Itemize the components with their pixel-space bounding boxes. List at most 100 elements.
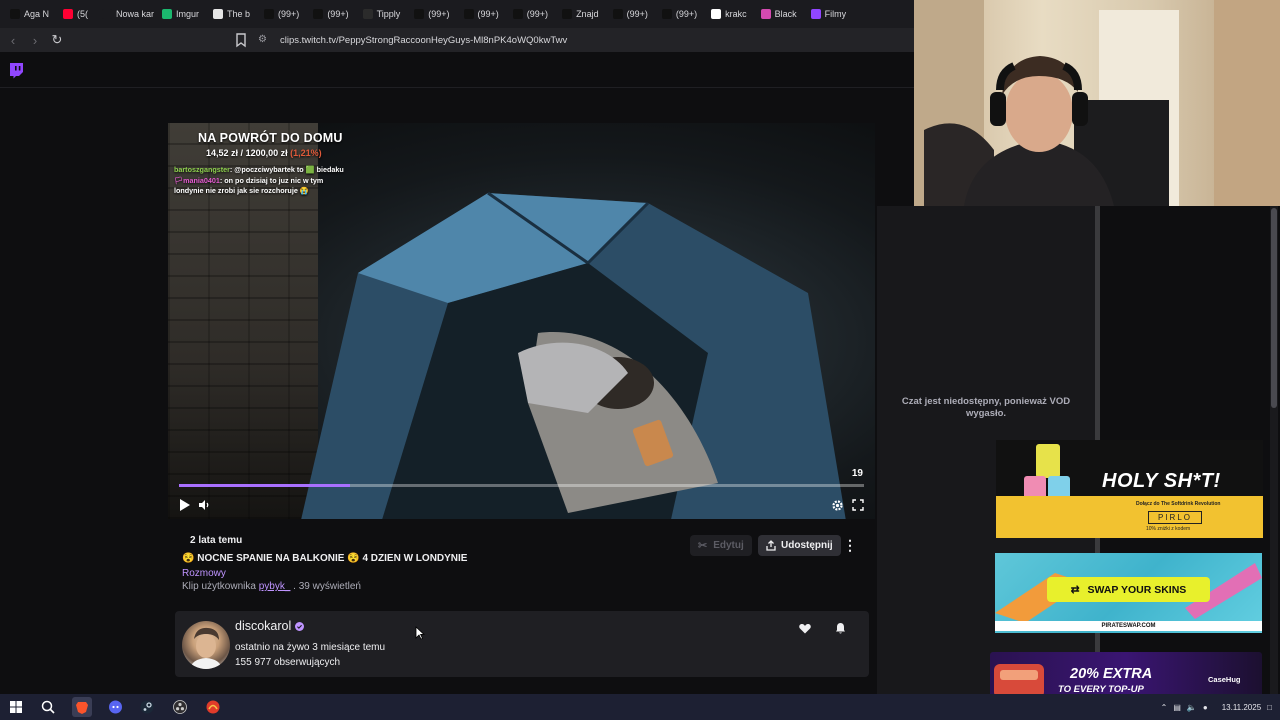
windows-start-icon[interactable] — [6, 697, 26, 717]
browser-tab-label: (5( — [77, 9, 89, 19]
webcam-overlay — [914, 0, 1280, 206]
browser-tab-label: Aga N — [24, 9, 50, 19]
browser-tab[interactable]: (99+) — [607, 3, 654, 25]
video-progress-fill — [179, 484, 351, 487]
app-red-icon[interactable] — [203, 697, 223, 717]
settings-gear-icon[interactable] — [829, 497, 845, 513]
browser-tab[interactable]: Znajd — [556, 3, 605, 25]
tiktok-icon — [463, 9, 474, 19]
share-button[interactable]: Udostępnij — [758, 535, 841, 556]
browser-tab[interactable]: (99+) — [458, 3, 505, 25]
scrollbar[interactable] — [1270, 206, 1278, 694]
discord-icon[interactable] — [105, 697, 125, 717]
back-icon[interactable]: ‹ — [4, 31, 22, 49]
browser-tab-label: Tipply — [376, 9, 401, 19]
video-progress-bar[interactable] — [179, 484, 864, 487]
browser-tab-label: (99+) — [626, 9, 648, 19]
brave-browser-icon[interactable] — [72, 697, 92, 717]
browser-tab[interactable]: (5( — [57, 3, 94, 25]
browser-tab-label: (99+) — [428, 9, 450, 19]
ad-promo-code: PIRLO — [1148, 511, 1202, 524]
scissors-icon: ✂ — [698, 540, 708, 552]
overlay-chat-line: 🏳mania0401: on po dzisiaj to juz nic w t… — [174, 176, 354, 197]
ad-holy-text: HOLY SH*T! — [1102, 470, 1221, 492]
forward-icon[interactable]: › — [26, 31, 44, 49]
clip-byline: Klip użytkownika pybyk_ . 39 wyświetleń — [182, 581, 361, 592]
overlay-chat-user: 🏳mania0401 — [174, 175, 220, 185]
verified-badge-icon — [295, 621, 305, 631]
browser-tab[interactable]: krakc — [705, 3, 753, 25]
clip-age: 2 lata temu — [190, 535, 243, 546]
browser-tab[interactable]: (99+) — [258, 3, 305, 25]
browser-tab[interactable]: (99+) — [507, 3, 554, 25]
category-link[interactable]: Rozmowy — [182, 568, 226, 579]
mic-icon[interactable]: ● — [1203, 703, 1208, 712]
system-tray: ⌃ ▤ 🔈 ● 13.11.2025 □ — [1161, 694, 1272, 720]
swap-skins-button[interactable]: ⇄ SWAP YOUR SKINS — [1047, 577, 1210, 602]
swap-arrows-icon: ⇄ — [1070, 583, 1080, 596]
youtube-icon — [63, 9, 74, 19]
volume-icon[interactable] — [196, 497, 212, 513]
ad-pirateswap[interactable]: ⇄ SWAP YOUR SKINS PIRATESWAP.COM — [995, 553, 1262, 633]
edit-button[interactable]: ✂ Edytuj — [690, 535, 752, 556]
ad-pirateswap-domain: PIRATESWAP.COM — [995, 621, 1262, 631]
network-icon[interactable]: ▤ — [1173, 703, 1181, 712]
notification-icon[interactable]: □ — [1267, 703, 1272, 712]
browser-tab[interactable]: (99+) — [656, 3, 703, 25]
more-options-icon[interactable]: ⋮ — [842, 535, 858, 556]
speaker-icon[interactable]: 🔈 — [1187, 703, 1197, 712]
scrollbar-thumb[interactable] — [1271, 208, 1277, 408]
overlay-chat-user: bartoszgangster — [174, 165, 230, 174]
tipply-icon — [362, 9, 373, 19]
clip-views: . 39 wyświetleń — [293, 581, 361, 592]
browser-tab[interactable]: The b — [207, 3, 256, 25]
site-settings-icon[interactable]: ⚙ — [258, 34, 270, 46]
bookmark-icon[interactable] — [234, 32, 248, 48]
clip-title: 😵 NOCNE SPANIE NA BALKONIE 😵 4 DZIEN W L… — [182, 553, 468, 564]
clip-author-link[interactable]: pybyk_ — [259, 581, 291, 592]
reload-icon[interactable]: ↻ — [48, 31, 66, 49]
browser-tab[interactable]: Filmy — [805, 3, 853, 25]
browser-tab[interactable]: Aga N — [4, 3, 55, 25]
avatar[interactable] — [182, 621, 230, 669]
ad-holy-sub: Dołącz do The Softdrink Revolution — [1136, 501, 1221, 507]
byline-prefix: Klip użytkownika — [182, 581, 256, 592]
ad-casehug-headline: 20% EXTRA — [1070, 666, 1153, 682]
channel-name[interactable]: discokarol — [235, 619, 305, 633]
google-icon — [711, 9, 722, 19]
twitch-logo-icon[interactable] — [8, 62, 24, 79]
browser-tab[interactable]: (99+) — [408, 3, 455, 25]
play-icon[interactable] — [176, 497, 192, 513]
notification-bell-icon[interactable] — [830, 619, 850, 637]
follow-heart-icon[interactable] — [795, 619, 815, 637]
video-time: 19 — [851, 468, 863, 479]
steam-icon[interactable] — [137, 697, 157, 717]
ad-yellow-band — [996, 496, 1263, 538]
browser-tab[interactable]: Tipply — [357, 3, 407, 25]
obs-icon[interactable] — [170, 697, 190, 717]
video-player[interactable]: NA POWRÓT DO DOMU 14,52 zł / 1200,00 zł … — [168, 123, 875, 519]
browser-tab-label: (99+) — [327, 9, 349, 19]
ad-softdrink[interactable]: HOLY SH*T! Dołącz do The Softdrink Revol… — [996, 440, 1263, 538]
browser-tab[interactable]: Imgur — [156, 3, 205, 25]
mouse-cursor-icon — [415, 626, 425, 640]
tray-chevron-icon[interactable]: ⌃ — [1161, 703, 1168, 712]
tiktok-icon — [313, 9, 324, 19]
channel-card: discokarol ostatnio na żywo 3 miesiące t… — [175, 611, 869, 677]
browser-tab-label: Imgur — [176, 9, 200, 19]
follower-count: 155 977 obserwujących — [235, 657, 341, 668]
browser-tab-strip: Aga N (5(Nowa kart Imgur The b (99+) (99+) Tip… — [0, 0, 914, 28]
browser-tab[interactable]: Black — [755, 3, 803, 25]
browser-tab-label: Znajd — [576, 9, 599, 19]
search-icon[interactable] — [38, 697, 58, 717]
taskbar-date[interactable]: 13.11.2025 — [1222, 703, 1261, 712]
url-field[interactable]: ⚙ clips.twitch.tv/PeppyStrongRaccoonHeyG… — [258, 30, 898, 50]
windows-taskbar: ⌃ ▤ 🔈 ● 13.11.2025 □ — [0, 694, 1280, 720]
browser-tab-label: (99+) — [477, 9, 499, 19]
overlay-chat-text: : @poczciwybartek to 🟩 biedaku — [229, 165, 344, 174]
fullscreen-icon[interactable] — [850, 497, 866, 513]
browser-tab[interactable]: (99+) — [307, 3, 354, 25]
browser-tab-label: Black — [774, 9, 797, 19]
browser-tab-label: krakc — [725, 9, 747, 19]
browser-tab[interactable]: Nowa kart — [96, 3, 154, 25]
